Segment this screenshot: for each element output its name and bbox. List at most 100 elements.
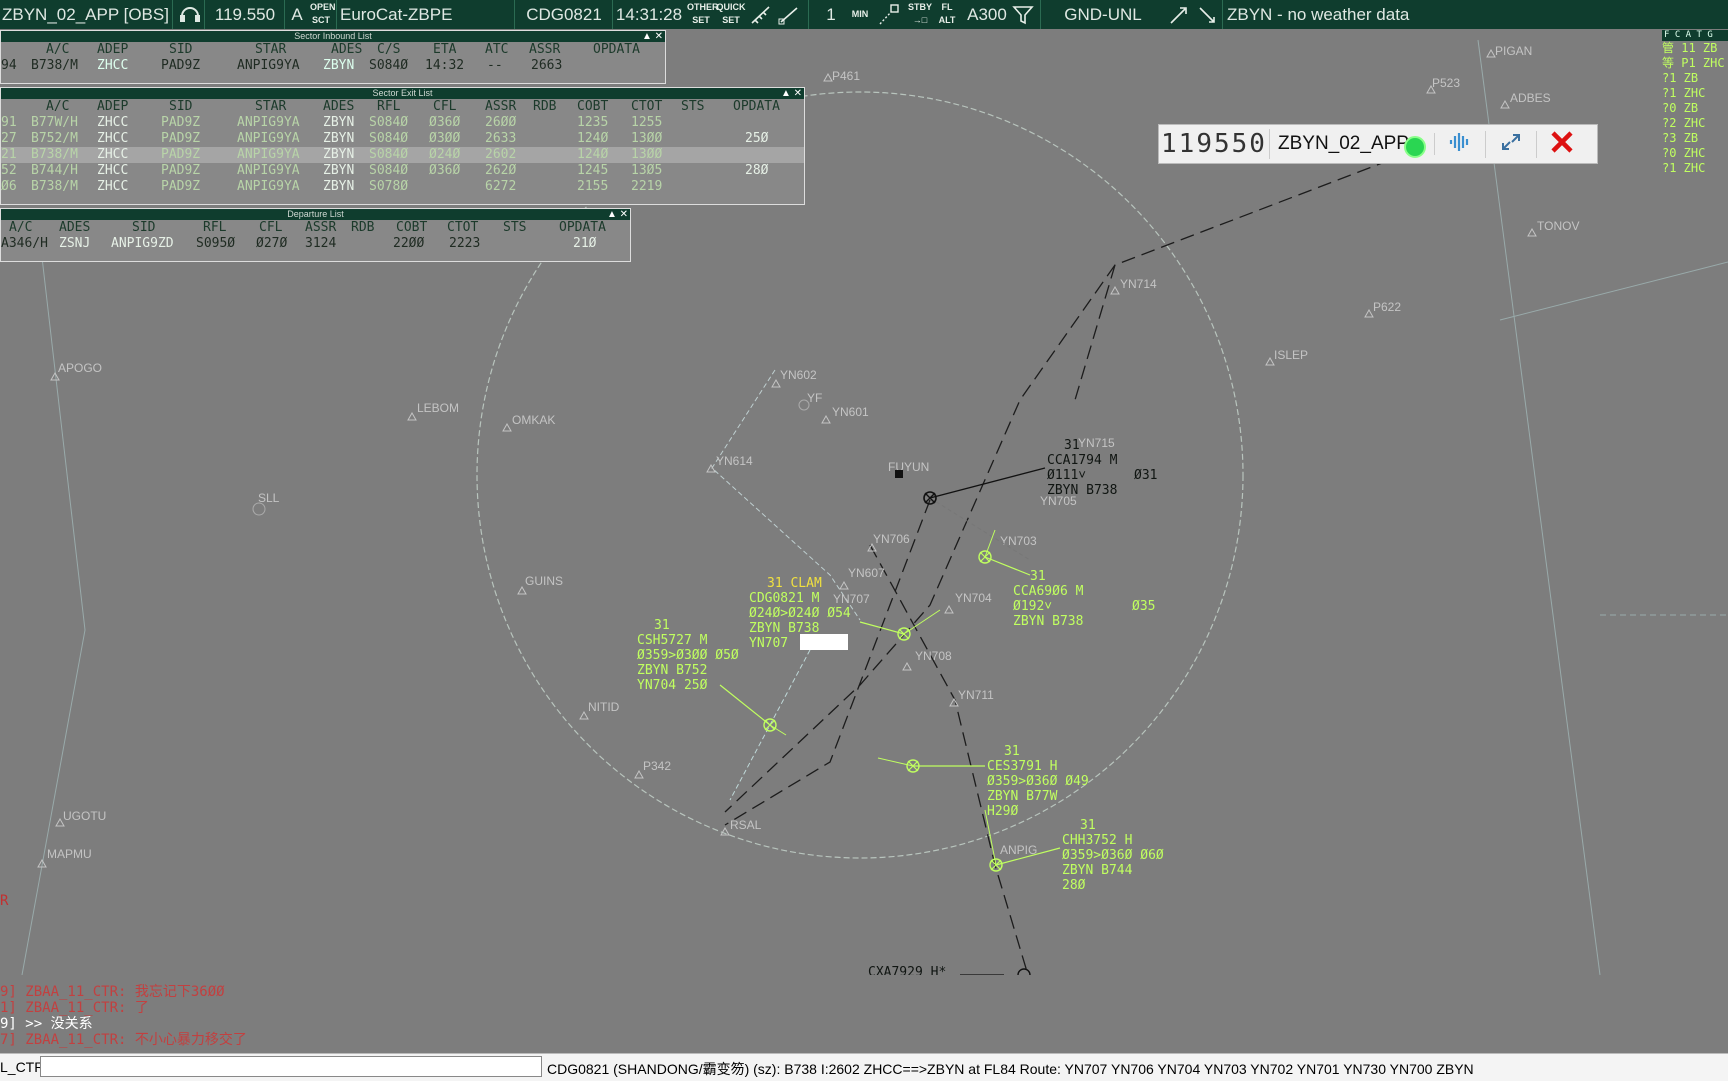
waypoint-label: YN714 — [1120, 277, 1157, 291]
label-chh3752-type: ZBYN B744 — [1062, 863, 1133, 878]
table-row[interactable]: A346/H ZSNJ ANPIG9ZD S095Ø Ø27Ø 3124 22Ø… — [1, 236, 630, 252]
headset-icon[interactable] — [172, 0, 203, 29]
list-item[interactable]: ?2 ZHC — [1662, 116, 1728, 131]
aircraft-cxa7929[interactable]: CXA7929 H* — [868, 965, 1031, 975]
airway — [724, 499, 931, 826]
aircraft-cdg0821[interactable]: 31 CLAM CDG0821 M Ø24Ø>Ø24Ø Ø54 ZBYN B73… — [749, 576, 941, 651]
leader-line-icon[interactable] — [1166, 2, 1192, 27]
label-cca1794-level: 31 — [1064, 438, 1080, 453]
waypoint-label: ADBES — [1510, 91, 1551, 105]
clock: 14:31:28 — [612, 0, 685, 29]
frequency-position[interactable]: ZBYN_02_APP — [1270, 133, 1435, 158]
table-row[interactable]: 52 B744/H ZHCC PAD9Z ANPIG9YA ZBYN S084Ø Ø36Ø 26… — [1, 163, 804, 179]
level-filter[interactable]: GND-UNL — [1040, 0, 1165, 29]
label-rotate-icon[interactable] — [1194, 2, 1220, 27]
open-sct-button[interactable]: OPEN SCT — [310, 1, 336, 27]
label-cca6906-speed: Ø35 — [1132, 599, 1155, 614]
aircraft-symbol — [898, 628, 910, 640]
list-item[interactable]: ?1 ZB — [1662, 71, 1728, 86]
label-cca1794-callsign: CCA1794 M — [1047, 453, 1118, 468]
waypoint-label: TONOV — [1537, 219, 1579, 233]
navaid-marker — [798, 399, 810, 411]
sector-boundary — [1477, 39, 1601, 975]
table-row[interactable]: 94 B738/M ZHCC PAD9Z ANPIG9YA ZBYN S084Ø… — [1, 58, 665, 74]
waypoint-label: PIGAN — [1495, 44, 1532, 58]
frequency-readout[interactable]: 119.550 — [204, 0, 285, 29]
flight-info-line: CDG0821 (SHANDONG/霸变笏) (sz): B738 I:2602… — [547, 1061, 1474, 1077]
table-row[interactable]: 91 B77W/H ZHCC PAD9Z ANPIG9YA ZBYN S084Ø Ø36Ø 26… — [1, 115, 804, 131]
sector-exit-list[interactable]: Sector Exit List ▲ ✕ A/C ADEP SID STAR AD… — [0, 87, 805, 205]
waypoint-label: YF — [807, 391, 822, 405]
panel-controls[interactable]: ▲ ✕ — [642, 31, 663, 42]
fl-alt-button[interactable]: FL ALT — [936, 1, 958, 27]
waypoint-marker — [771, 378, 781, 388]
table-row[interactable]: 27 B752/M ZHCC PAD9Z ANPIG9YA ZBYN S084Ø Ø3ØØ 26… — [1, 131, 804, 147]
waypoint-marker — [839, 580, 849, 590]
table-header: A/C ADES SID RFL CFL ASSR RDB COBT CTOT … — [9, 220, 606, 235]
frequency-display[interactable]: 119550 — [1159, 129, 1270, 159]
expand-icon[interactable] — [1486, 130, 1537, 158]
ruler-icon[interactable] — [748, 2, 774, 27]
message-log: 9] ZBAA_11_CTR: 我忘记下36ØØ 1] ZBAA_11_CTR:… — [0, 975, 1728, 1053]
left-edge-mark: R — [0, 893, 9, 909]
list-item[interactable]: 管 11 ZB — [1662, 41, 1728, 56]
list-item[interactable]: ?0 ZB — [1662, 101, 1728, 116]
list-item[interactable]: 等 P1 ZHC — [1662, 56, 1728, 71]
label-cca6906-alt: Ø192˅ — [1013, 599, 1052, 614]
label-cdg0821-type: ZBYN B738 — [749, 621, 819, 636]
label-cdg0821-alt: Ø24Ø>Ø24Ø Ø54 — [749, 606, 851, 621]
command-input[interactable] — [40, 1056, 542, 1077]
departure-list[interactable]: Departure List ▲ ✕ A/C ADES SID RFL CFL A… — [0, 208, 631, 262]
panel-controls[interactable]: ▲ ✕ — [607, 209, 628, 220]
filter-icon[interactable] — [1010, 2, 1036, 27]
waypoint-label: SLL — [258, 491, 280, 505]
quick-set-button[interactable]: QUICK SET — [716, 1, 746, 27]
radar-scope[interactable]: P461 PIGAN P523 ADBES TONOV P622 ISLEP Y… — [0, 29, 1728, 975]
close-icon[interactable] — [1537, 130, 1587, 159]
stby-button[interactable]: STBY →□ — [905, 1, 935, 27]
table-row-selected[interactable]: 21 B738/M ZHCC PAD9Z ANPIG9YA ZBYN S084Ø Ø24Ø 26… — [1, 147, 804, 163]
waypoint-label: P342 — [643, 759, 671, 773]
waypoint-label: FUYUN — [888, 460, 929, 474]
waypoint-marker — [1110, 285, 1120, 295]
top-toolbar: ZBYN_02_APP [OBS] 119.550 A OPEN SCT Euro… — [0, 0, 1728, 29]
waypoint-marker — [1486, 48, 1496, 58]
command-bar: L_CTR CDG0821 (SHANDONG/霸变笏) (sz): B738 … — [0, 1053, 1728, 1081]
aircraft-ces3791[interactable]: 31 CES3791 H Ø359>Ø36Ø Ø49 ZBYN B77W H29… — [877, 744, 1089, 819]
list-item[interactable]: ?0 ZHC — [1662, 146, 1728, 161]
table-row[interactable]: Ø6 B738/M ZHCC PAD9Z ANPIG9YA ZBYN S078Ø 6272 21… — [1, 179, 804, 195]
label-cxa7929-callsign: CXA7929 H* — [868, 965, 946, 975]
selected-callsign[interactable]: CDG0821 — [514, 0, 613, 29]
list-item[interactable]: ?1 ZHC — [1662, 86, 1728, 101]
range-line-icon[interactable] — [776, 2, 802, 27]
label-cca1794-speed: Ø31 — [1134, 468, 1157, 483]
audio-icon[interactable] — [1435, 130, 1486, 158]
right-strip-list[interactable]: F C A T G 管 11 ZB 等 P1 ZHC ?1 ZB ?1 ZHC … — [1662, 30, 1728, 185]
frequency-panel[interactable]: 119550 ZBYN_02_APP — [1158, 124, 1598, 164]
label-csh5727-route: YN704 25Ø — [637, 678, 708, 693]
waypoint-label: GUINS — [525, 574, 563, 588]
waypoint-marker — [823, 72, 833, 82]
panel-controls[interactable]: ▲ ✕ — [781, 88, 802, 99]
min-button[interactable]: MIN — [846, 8, 874, 21]
other-set-button[interactable]: OTHER SET — [687, 1, 719, 27]
sector-boundary — [1499, 261, 1728, 321]
waypoint-label: YN706 — [873, 532, 910, 546]
list-item[interactable]: ?3 ZB — [1662, 131, 1728, 146]
waypoint-label: YN602 — [780, 368, 817, 382]
label-csh5727-alt: Ø359>Ø3ØØ Ø5Ø — [637, 648, 739, 663]
label-chh3752-level2: 28Ø — [1062, 878, 1086, 893]
waypoint-label: YN704 — [955, 591, 992, 605]
aircraft-symbol — [990, 859, 1002, 871]
table-header: A/C ADEP SID STAR ADES C/S ETA ATC ASSR … — [46, 42, 640, 57]
track-history-icon[interactable] — [876, 2, 904, 27]
label-chh3752-callsign: CHH3752 H — [1062, 833, 1132, 848]
sector-inbound-list[interactable]: Sector Inbound List ▲ ✕ A/C ADEP SID STAR… — [0, 30, 666, 84]
leader-line — [859, 621, 905, 635]
label-ces3791-alt: Ø359>Ø36Ø Ø49 — [987, 774, 1089, 789]
position-label[interactable]: ZBYN_02_APP [OBS] — [2, 0, 169, 29]
label-cdg0821-route: YN707 — [749, 636, 788, 651]
list-item[interactable]: ?1 ZHC — [1662, 161, 1728, 176]
altitude-setting[interactable]: A300 — [966, 0, 1008, 29]
mode-indicator[interactable]: A — [284, 0, 309, 29]
